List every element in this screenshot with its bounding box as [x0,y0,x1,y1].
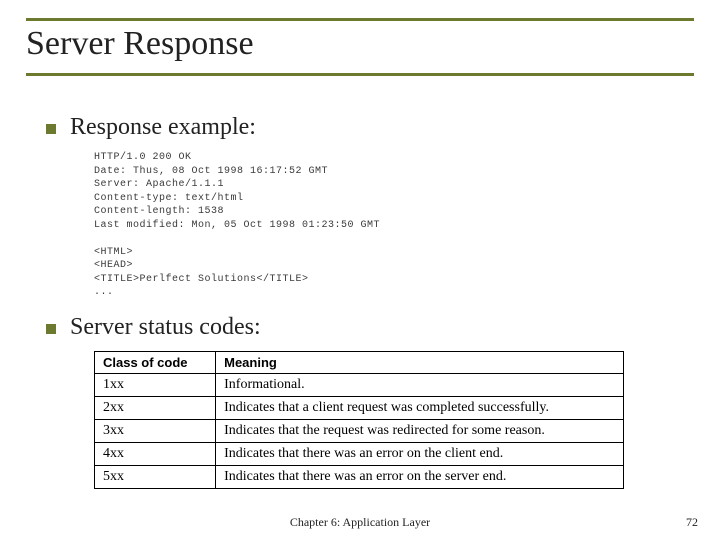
code-line: Server: Apache/1.1.1 [94,179,224,190]
table-cell: 5xx [95,465,216,488]
slide: Server Response Response example: HTTP/1… [0,0,720,540]
status-codes-table: Class of code Meaning 1xx Informational.… [94,351,624,489]
status-codes-table-wrap: Class of code Meaning 1xx Informational.… [94,351,624,489]
code-line: Date: Thus, 08 Oct 1998 16:17:52 GMT [94,166,328,177]
table-cell: Indicates that the request was redirecte… [216,419,624,442]
table-cell: Indicates that there was an error on the… [216,442,624,465]
footer-text: Chapter 6: Application Layer [0,515,720,530]
table-cell: 4xx [95,442,216,465]
slide-title: Server Response [26,25,694,63]
table-row: 5xx Indicates that there was an error on… [95,465,624,488]
code-line: Content-type: text/html [94,193,244,204]
table-cell: 3xx [95,419,216,442]
bullet-text: Response example: [70,114,256,141]
table-cell: Informational. [216,373,624,396]
content-area: Response example: HTTP/1.0 200 OK Date: … [26,114,694,489]
table-cell: Indicates that there was an error on the… [216,465,624,488]
table-row: 1xx Informational. [95,373,624,396]
table-row: 3xx Indicates that the request was redir… [95,419,624,442]
table-header-row: Class of code Meaning [95,351,624,373]
table-row: 4xx Indicates that there was an error on… [95,442,624,465]
code-line: <HEAD> [94,260,133,271]
bullet-item: Response example: [46,114,694,141]
code-line: Last modified: Mon, 05 Oct 1998 01:23:50… [94,220,380,231]
http-response-code: HTTP/1.0 200 OK Date: Thus, 08 Oct 1998 … [94,151,694,300]
page-number: 72 [686,515,698,530]
table-row: 2xx Indicates that a client request was … [95,396,624,419]
code-line: ... [94,287,114,298]
bullet-text: Server status codes: [70,314,261,341]
table-cell: 1xx [95,373,216,396]
table-cell: 2xx [95,396,216,419]
code-line: HTTP/1.0 200 OK [94,152,192,163]
code-line: <HTML> [94,247,133,258]
table-header: Class of code [95,351,216,373]
table-header: Meaning [216,351,624,373]
title-container: Server Response [26,18,694,76]
table-cell: Indicates that a client request was comp… [216,396,624,419]
square-bullet-icon [46,124,56,134]
code-line: <TITLE>Perlfect Solutions</TITLE> [94,274,309,285]
code-line: Content-length: 1538 [94,206,224,217]
square-bullet-icon [46,324,56,334]
bullet-item: Server status codes: [46,314,694,341]
